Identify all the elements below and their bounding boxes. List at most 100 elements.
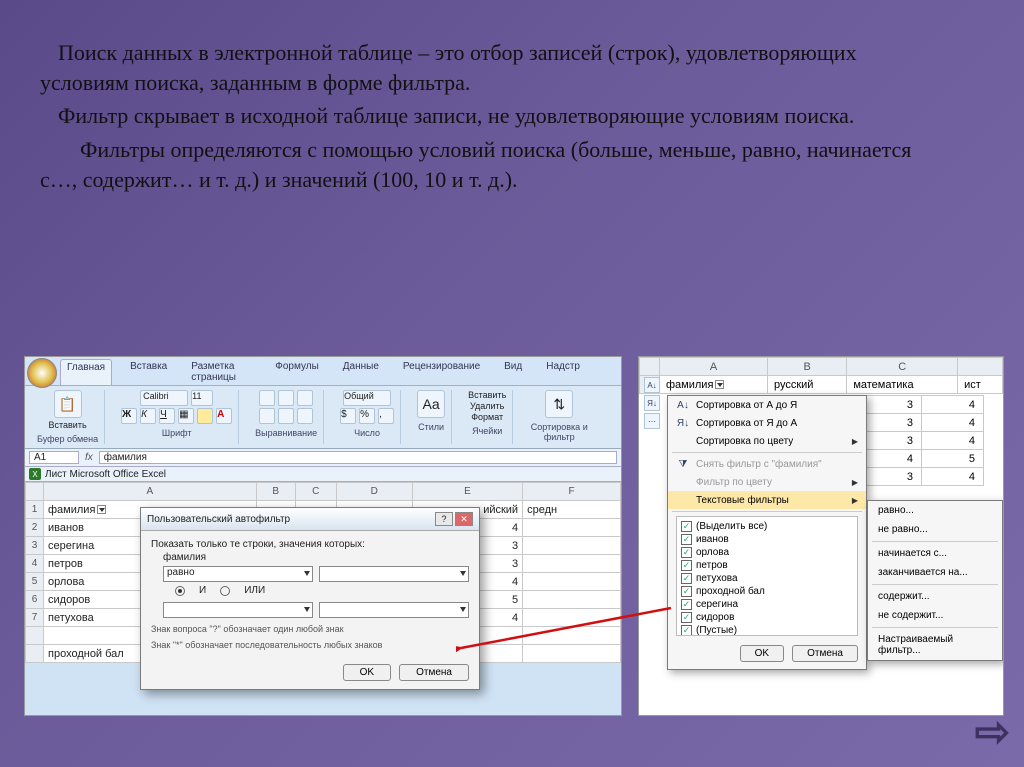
menu-text-filters[interactable]: Текстовые фильтры▶ — [668, 491, 866, 509]
document-tab[interactable]: X Лист Microsoft Office Excel — [25, 467, 621, 482]
font-family-combo[interactable]: Calibri — [140, 390, 188, 406]
submenu-begins[interactable]: начинается с... — [868, 544, 1002, 563]
checkbox[interactable]: ✓ — [681, 521, 692, 532]
funnel-icon: ⧩ — [676, 458, 690, 470]
align-mid-button[interactable] — [278, 390, 294, 406]
dialog-titlebar[interactable]: Пользовательский автофильтр ? ✕ — [141, 508, 479, 531]
operator1-combo[interactable]: равно — [163, 566, 313, 582]
tab-addins[interactable]: Надстр — [540, 359, 586, 385]
submenu-ends[interactable]: заканчивается на... — [868, 563, 1002, 582]
filter-arrow-icon[interactable] — [97, 505, 106, 514]
menu-sort-az[interactable]: A↓Сортировка от А до Я — [668, 396, 866, 414]
cells-insert[interactable]: Вставить — [468, 390, 506, 400]
office-button[interactable] — [27, 358, 57, 388]
tab-layout[interactable]: Разметка страницы — [185, 359, 257, 385]
sort-za-icon[interactable]: Я↓ — [644, 395, 660, 411]
cancel-button[interactable]: Отмена — [399, 664, 469, 681]
next-slide-arrow[interactable]: ⇨ — [975, 707, 1010, 757]
dialog-field-label: фамилия — [163, 552, 469, 563]
submenu-equals[interactable]: равно... — [868, 501, 1002, 520]
close-button[interactable]: ✕ — [455, 512, 473, 526]
name-box[interactable]: A1 — [29, 451, 79, 464]
paste-button[interactable]: 📋 — [54, 390, 82, 418]
menu-filter-color: Фильтр по цвету▶ — [668, 473, 866, 491]
filter-dropdown-menu: A↓Сортировка от А до Я Я↓Сортировка от Я… — [667, 395, 867, 670]
paste-label: Вставить — [49, 420, 87, 430]
filter-cancel-button[interactable]: Отмена — [792, 645, 858, 662]
slide-text: Поиск данных в электронной таблице – это… — [40, 38, 940, 198]
align-left-button[interactable] — [259, 408, 275, 424]
dialog-title: Пользовательский автофильтр — [147, 514, 290, 525]
currency-button[interactable]: $ — [340, 408, 356, 424]
group-number: Общий $%, Число — [334, 390, 401, 444]
group-font: Calibri 11 Ж К Ч ▦ A Шрифт — [115, 390, 239, 444]
italic-button[interactable]: К — [140, 408, 156, 424]
ribbon-body: 📋 Вставить Буфер обмена Calibri 11 Ж К Ч… — [25, 386, 621, 449]
filter-checklist[interactable]: ✓(Выделить все) ✓иванов ✓орлова ✓петров … — [676, 516, 858, 636]
styles-button[interactable]: Aa — [417, 390, 445, 418]
submenu-custom[interactable]: Настраиваемый фильтр... — [868, 630, 1002, 660]
help-button[interactable]: ? — [435, 512, 453, 526]
cell-family[interactable]: фамилия — [660, 376, 768, 394]
value1-combo[interactable] — [319, 566, 469, 582]
group-clipboard: 📋 Вставить Буфер обмена — [31, 390, 105, 444]
excel-doc-icon: X — [29, 468, 41, 480]
clipboard-group-label: Буфер обмена — [37, 434, 98, 444]
hint-question: Знак вопроса "?" обозначает один любой з… — [151, 624, 469, 634]
fx-label: fx — [85, 452, 93, 463]
text-filters-submenu: равно... не равно... начинается с... зак… — [867, 500, 1003, 661]
excel-filter-window: A↓ Я↓ ⋯ ABC 1 фамилия русский математика… — [638, 356, 1004, 716]
filter-arrow-icon[interactable] — [715, 380, 724, 389]
bold-button[interactable]: Ж — [121, 408, 137, 424]
autofilter-dialog: Пользовательский автофильтр ? ✕ Показать… — [140, 507, 480, 690]
col-headers: ABCDEF — [26, 483, 621, 501]
right-worksheet[interactable]: ABC 1 фамилия русский математика ист — [639, 357, 1003, 394]
tab-insert[interactable]: Вставка — [124, 359, 173, 385]
sort-group-label: Сортировка и фильтр — [529, 422, 589, 442]
tab-view[interactable]: Вид — [498, 359, 528, 385]
menu-sort-za[interactable]: Я↓Сортировка от Я до А — [668, 414, 866, 432]
value2-combo[interactable] — [319, 602, 469, 618]
border-button[interactable]: ▦ — [178, 408, 194, 424]
comma-button[interactable]: , — [378, 408, 394, 424]
font-size-combo[interactable]: 11 — [191, 390, 213, 406]
cells-format[interactable]: Формат — [471, 412, 503, 422]
submenu-contains[interactable]: содержит... — [868, 587, 1002, 606]
data-peek: 34 34 34 45 34 — [859, 395, 984, 486]
sort-more-icon[interactable]: ⋯ — [644, 413, 660, 429]
sort-az-icon[interactable]: A↓ — [644, 377, 660, 393]
align-top-button[interactable] — [259, 390, 275, 406]
submenu-not-equals[interactable]: не равно... — [868, 520, 1002, 539]
sort-za-icon: Я↓ — [676, 417, 690, 429]
align-center-button[interactable] — [278, 408, 294, 424]
submenu-not-contains[interactable]: не содержит... — [868, 606, 1002, 625]
filter-ok-button[interactable]: OK — [740, 645, 784, 662]
menu-sort-color[interactable]: Сортировка по цвету▶ — [668, 432, 866, 450]
ok-button[interactable]: OK — [343, 664, 391, 681]
align-bot-button[interactable] — [297, 390, 313, 406]
formula-input[interactable]: фамилия — [99, 451, 617, 464]
sort-az-icon: A↓ — [676, 399, 690, 411]
align-group-label: Выравнивание — [255, 428, 317, 438]
tab-formulas[interactable]: Формулы — [269, 359, 325, 385]
excel-main-window: Главная Вставка Разметка страницы Формул… — [24, 356, 622, 716]
number-format-combo[interactable]: Общий — [343, 390, 391, 406]
tab-home[interactable]: Главная — [60, 359, 112, 385]
tab-review[interactable]: Рецензирование — [397, 359, 486, 385]
underline-button[interactable]: Ч — [159, 408, 175, 424]
tab-data[interactable]: Данные — [337, 359, 385, 385]
radio-and[interactable] — [175, 586, 185, 596]
group-sort: ⇅ Сортировка и фильтр — [523, 390, 595, 444]
group-styles: Aa Стили — [411, 390, 452, 444]
radio-or[interactable] — [220, 586, 230, 596]
group-alignment: Выравнивание — [249, 390, 324, 444]
font-color-button[interactable]: A — [216, 408, 232, 424]
operator2-combo[interactable] — [163, 602, 313, 618]
sort-filter-button[interactable]: ⇅ — [545, 390, 573, 418]
fill-color-button[interactable] — [197, 408, 213, 424]
font-group-label: Шрифт — [162, 428, 192, 438]
dialog-instruction: Показать только те строки, значения кото… — [151, 539, 469, 550]
align-right-button[interactable] — [297, 408, 313, 424]
percent-button[interactable]: % — [359, 408, 375, 424]
cells-delete[interactable]: Удалить — [470, 401, 504, 411]
